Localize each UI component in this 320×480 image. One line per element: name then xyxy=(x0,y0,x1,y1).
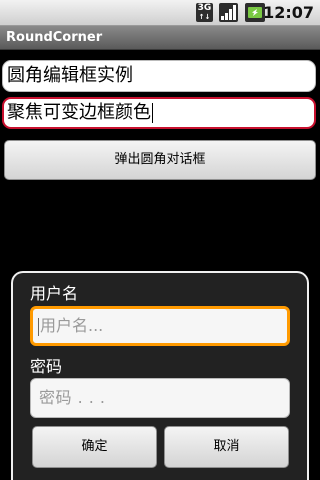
cancel-button[interactable]: 取消 xyxy=(164,426,289,468)
show-dialog-button[interactable]: 弹出圆角对话框 xyxy=(4,140,316,180)
username-placeholder: 用户名... xyxy=(40,316,104,335)
password-placeholder: 密码 . . . xyxy=(39,388,106,407)
app-title-bar: RoundCorner xyxy=(0,26,320,50)
network-activity-arrows: ↑↓ xyxy=(198,13,211,21)
username-field[interactable]: 用户名... xyxy=(30,306,290,346)
text-cursor xyxy=(152,103,153,123)
rounded-edit-text-focused[interactable]: 聚焦可变边框颜色 xyxy=(2,97,316,129)
rounded-edit-text-sample[interactable]: 圆角编辑框实例 xyxy=(2,60,316,92)
status-clock: 12:07 xyxy=(263,3,314,22)
username-label: 用户名 xyxy=(30,284,79,303)
app-title: RoundCorner xyxy=(6,30,103,45)
network-type-label: 3G xyxy=(197,3,212,13)
status-bar: 3G ↑↓ 12:07 xyxy=(0,0,320,26)
text-cursor xyxy=(38,317,39,336)
edit-text-sample-value: 圆角编辑框实例 xyxy=(7,65,133,86)
signal-icon xyxy=(219,3,238,22)
battery-charging-icon xyxy=(245,3,265,22)
edit-text-focused-value: 聚焦可变边框颜色 xyxy=(7,102,151,123)
confirm-button[interactable]: 确定 xyxy=(32,426,157,468)
network-3g-icon: 3G ↑↓ xyxy=(196,3,213,22)
password-label: 密码 xyxy=(30,357,63,376)
password-field[interactable]: 密码 . . . xyxy=(30,378,290,418)
login-dialog: 用户名 用户名... 密码 密码 . . . 确定 取消 xyxy=(11,271,309,480)
